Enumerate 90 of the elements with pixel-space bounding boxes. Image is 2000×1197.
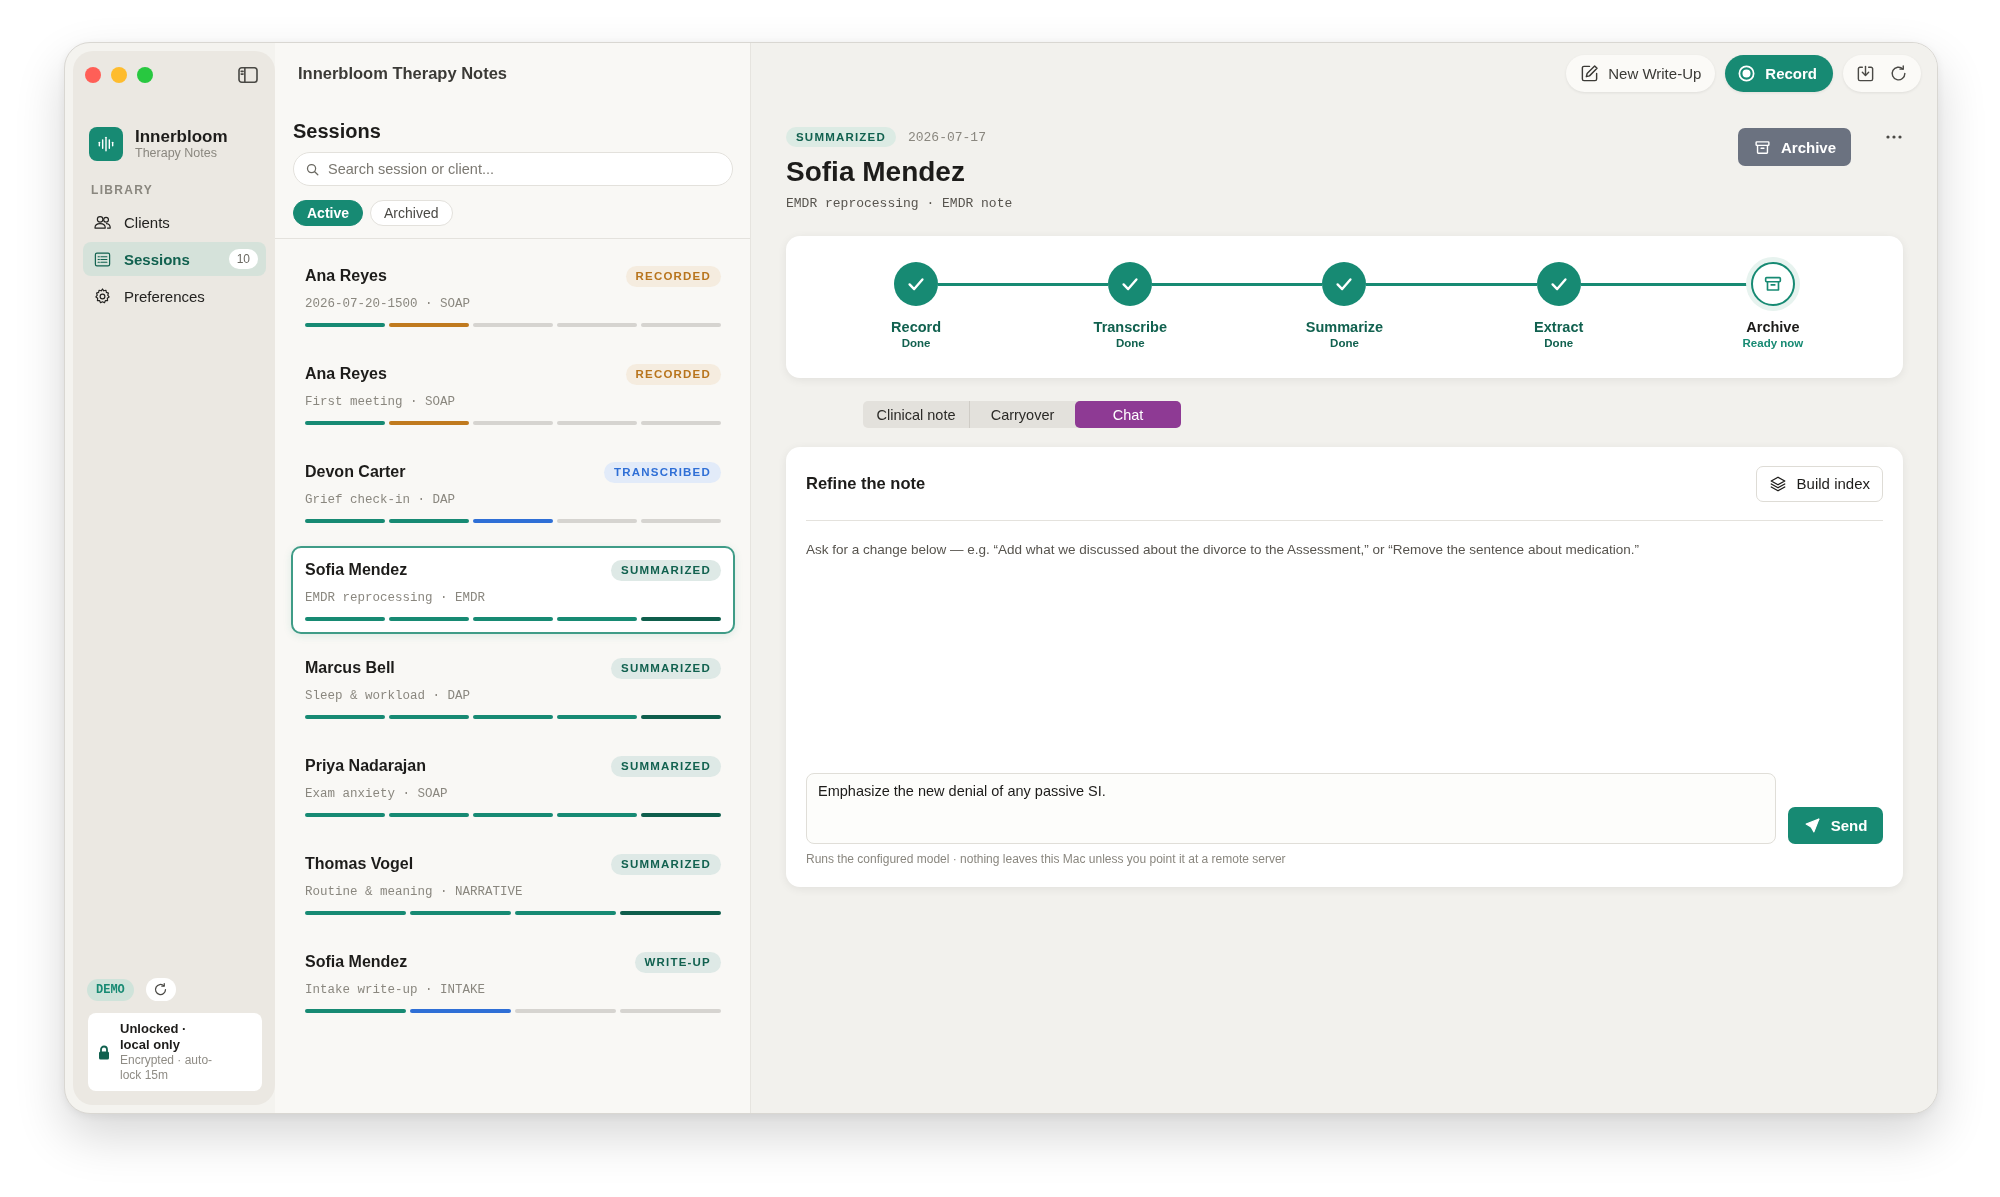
- session-subtitle: Intake write-up · INTAKE: [305, 982, 487, 999]
- message-input[interactable]: Emphasize the new denial of any passive SI.: [806, 773, 1776, 844]
- session-subtitle: Exam anxiety · SOAP: [305, 786, 449, 803]
- session-subtitle: First meeting · SOAP: [305, 394, 457, 411]
- lock-icon: [98, 1044, 110, 1060]
- edit-icon: [1580, 64, 1600, 83]
- session-card[interactable]: Sofia Mendez SUMMARIZED EMDR reprocessing · EMDR: [291, 546, 735, 634]
- client-name: Sofia Mendez: [305, 953, 408, 971]
- sidebar-item[interactable]: Clients: [83, 205, 266, 239]
- filter-chip[interactable]: Active: [293, 200, 364, 226]
- session-subtitle: Grief check-in · DAP: [305, 492, 457, 509]
- sidebar-item[interactable]: Preferences: [83, 279, 266, 313]
- count-badge: 10: [228, 249, 258, 269]
- status-badge: SUMMARIZED: [611, 755, 721, 777]
- client-name: Marcus Bell: [305, 659, 395, 677]
- record-icon: [1737, 64, 1757, 83]
- hint-text: Ask for a change below — e.g. “Add what we discussed about the divorce to the Assessment,” or “Remove the sentence about medication.”: [806, 541, 1640, 559]
- session-subtitle: EMDR reprocessing · EMDR note: [786, 195, 1014, 213]
- download-button[interactable]: [1856, 64, 1875, 83]
- status-badge: RECORDED: [625, 363, 721, 385]
- client-name: Sofia Mendez: [786, 155, 966, 189]
- status-badge: RECORDED: [625, 265, 721, 287]
- new-write-up-button[interactable]: New Write-Up: [1566, 55, 1716, 92]
- download-icon: [1856, 64, 1875, 83]
- status-badge: SUMMARIZED: [611, 853, 721, 875]
- tab[interactable]: Chat: [1075, 401, 1181, 428]
- lock-status: Unlocked · local only: [120, 1021, 188, 1053]
- step-status: Done: [901, 336, 931, 351]
- sidebar-toggle-icon[interactable]: [237, 66, 259, 84]
- status-badge: SUMMARIZED: [611, 657, 721, 679]
- client-name: Devon Carter: [305, 463, 406, 481]
- status-badge: TRANSCRIBED: [604, 461, 721, 483]
- app-name: Innerbloom: [135, 127, 228, 146]
- client-name: Thomas Vogel: [305, 855, 414, 873]
- client-name: Ana Reyes: [305, 267, 387, 285]
- search-field[interactable]: Search session or client...: [293, 152, 733, 186]
- demo-badge: DEMO: [87, 978, 134, 1001]
- client-name: Sofia Mendez: [305, 561, 408, 579]
- settings-icon: [93, 286, 112, 306]
- session-card[interactable]: Sofia Mendez WRITE-UP Intake write-up · INTAKE: [291, 938, 735, 1026]
- app-subtitle: Therapy Notes: [135, 145, 218, 161]
- sidebar-item[interactable]: Sessions 10: [83, 242, 266, 276]
- section-label: LIBRARY: [91, 183, 154, 197]
- session-card[interactable]: Marcus Bell SUMMARIZED Sleep & workload · DAP: [291, 644, 735, 732]
- refresh-button[interactable]: [145, 978, 176, 1001]
- session-subtitle: EMDR reprocessing · EMDR: [305, 590, 487, 607]
- archive-button[interactable]: Archive: [1737, 128, 1851, 166]
- refresh-icon: [1889, 64, 1908, 83]
- archive-box-icon: [1753, 138, 1771, 156]
- client-name: Priya Nadarajan: [305, 757, 426, 775]
- status-badge: SUMMARIZED: [786, 127, 896, 147]
- more-icon: [1885, 134, 1903, 140]
- session-card[interactable]: Thomas Vogel SUMMARIZED Routine & meaning · NARRATIVE: [291, 840, 735, 928]
- client-name: Ana Reyes: [305, 365, 387, 383]
- step-label: Archive: [1746, 318, 1800, 336]
- step-label: Record: [891, 318, 942, 336]
- layers-icon: [1768, 474, 1787, 493]
- tab[interactable]: Clinical note: [863, 401, 969, 428]
- refresh-icon: [153, 982, 169, 997]
- status-badge: SUMMARIZED: [611, 559, 721, 581]
- session-subtitle: Routine & meaning · NARRATIVE: [305, 884, 524, 901]
- list-title: Sessions: [293, 119, 382, 144]
- session-card[interactable]: Ana Reyes RECORDED 2026-07-20-1500 · SOAP: [291, 252, 735, 340]
- step-status: Done: [1115, 336, 1145, 351]
- refresh-button[interactable]: [1889, 64, 1908, 83]
- step-status: Ready now: [1742, 336, 1804, 351]
- build-index-button[interactable]: Build index: [1755, 465, 1883, 502]
- filter-chip[interactable]: Archived: [370, 200, 453, 226]
- step-label: Summarize: [1305, 318, 1384, 336]
- more-button[interactable]: [1885, 134, 1903, 140]
- send-button[interactable]: Send: [1788, 807, 1883, 844]
- session-subtitle: Sleep & workload · DAP: [305, 688, 472, 705]
- step-label: Transcribe: [1093, 318, 1167, 336]
- session-subtitle: 2026-07-20-1500 · SOAP: [305, 296, 472, 313]
- step-status: Done: [1330, 336, 1359, 351]
- search-icon: [305, 162, 320, 177]
- waveform-drawing: [96, 134, 116, 154]
- session-card[interactable]: Devon Carter TRANSCRIBED Grief check-in · DAP: [291, 448, 735, 536]
- card-title: Refine the note: [806, 474, 926, 493]
- footnote: Runs the configured model · nothing leaves this Mac unless you point it at a remote server: [806, 851, 1287, 867]
- session-date: 2026-07-17: [907, 129, 986, 145]
- session-card[interactable]: Priya Nadarajan SUMMARIZED Exam anxiety · SOAP: [291, 742, 735, 830]
- step-status: Done: [1544, 336, 1574, 351]
- session-card[interactable]: Ana Reyes RECORDED First meeting · SOAP: [291, 350, 735, 438]
- send-icon: [1803, 817, 1821, 834]
- lock-detail: Encrypted · auto-lock 15m: [120, 1053, 214, 1083]
- status-badge: WRITE-UP: [634, 951, 721, 973]
- step-label: Extract: [1534, 318, 1584, 336]
- record-button[interactable]: Record: [1725, 55, 1833, 92]
- window-title: Innerbloom Therapy Notes: [298, 63, 509, 84]
